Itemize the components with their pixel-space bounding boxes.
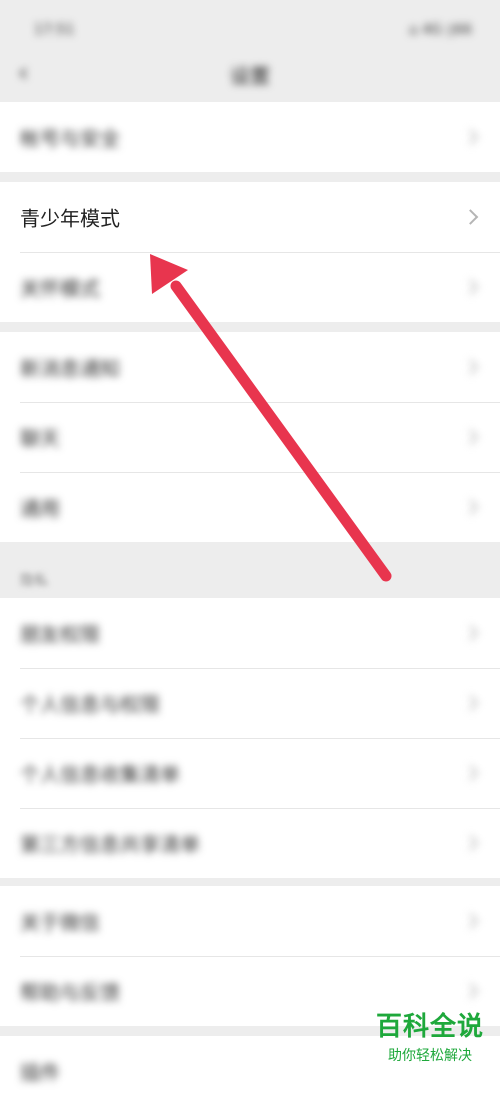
settings-item-label: 关怀模式 [20, 276, 100, 301]
watermark-title: 百科全说 [375, 1012, 484, 1042]
status-time: 17:51 [34, 22, 75, 38]
settings-item-chat[interactable]: 聊天 [0, 402, 500, 472]
chevron-right-icon [462, 209, 479, 225]
settings-item-about[interactable]: 关于微信 [0, 886, 500, 956]
settings-item-friend-permissions[interactable]: 朋友权限 [0, 598, 500, 668]
settings-group-modes: 青少年模式 关怀模式 [0, 182, 500, 322]
settings-item-label: 插件 [20, 1060, 60, 1085]
settings-item-label: 第三方信息共享清单 [20, 832, 200, 857]
chevron-right-icon [462, 129, 479, 145]
chevron-right-icon [462, 279, 479, 295]
settings-item-label: 帮助与反馈 [20, 980, 120, 1005]
chevron-right-icon [462, 983, 479, 999]
settings-group-privacy: 朋友权限 个人信息与权限 个人信息收集清单 第三方信息共享清单 [0, 598, 500, 878]
settings-item-label: 个人信息收集清单 [20, 762, 180, 787]
settings-item-third-party-sharing[interactable]: 第三方信息共享清单 [0, 808, 500, 878]
watermark: 百科全说 助你轻松解决 [376, 1006, 484, 1065]
settings-item-label: 通用 [20, 496, 60, 521]
settings-item-general[interactable]: 通用 [0, 472, 500, 542]
status-icons: ⌂ 4G ▯66 [408, 22, 472, 38]
chevron-right-icon [462, 835, 479, 851]
chevron-right-icon [462, 765, 479, 781]
settings-item-label: 聊天 [20, 426, 60, 451]
chevron-right-icon [462, 625, 479, 641]
settings-item-label: 新消息通知 [20, 356, 120, 381]
settings-item-label: 个人信息与权限 [20, 692, 160, 717]
section-header-privacy: 隐私 [20, 573, 48, 589]
chevron-right-icon [462, 359, 479, 375]
watermark-subtitle: 助你轻松解决 [387, 1048, 472, 1064]
settings-item-label: 青少年模式 [20, 206, 120, 231]
settings-item-label: 关于微信 [20, 910, 100, 935]
settings-item-label: 朋友权限 [20, 622, 100, 647]
settings-item-info-collection[interactable]: 个人信息收集清单 [0, 738, 500, 808]
settings-group-about: 关于微信 帮助与反馈 [0, 886, 500, 1026]
chevron-right-icon [462, 913, 479, 929]
settings-group-general: 新消息通知 聊天 通用 [0, 332, 500, 542]
settings-item-notifications[interactable]: 新消息通知 [0, 332, 500, 402]
settings-item-youth-mode[interactable]: 青少年模式 [0, 182, 500, 252]
settings-group-account: 帐号与安全 [0, 102, 500, 172]
nav-bar: ‹ 设置 [0, 50, 500, 98]
chevron-right-icon [462, 429, 479, 445]
settings-item-personal-info[interactable]: 个人信息与权限 [0, 668, 500, 738]
page-title: 设置 [230, 64, 270, 88]
chevron-right-icon [462, 499, 479, 515]
settings-item-care-mode[interactable]: 关怀模式 [0, 252, 500, 322]
chevron-right-icon [462, 695, 479, 711]
settings-item-label: 帐号与安全 [20, 126, 120, 151]
settings-item-account-security[interactable]: 帐号与安全 [0, 102, 500, 172]
